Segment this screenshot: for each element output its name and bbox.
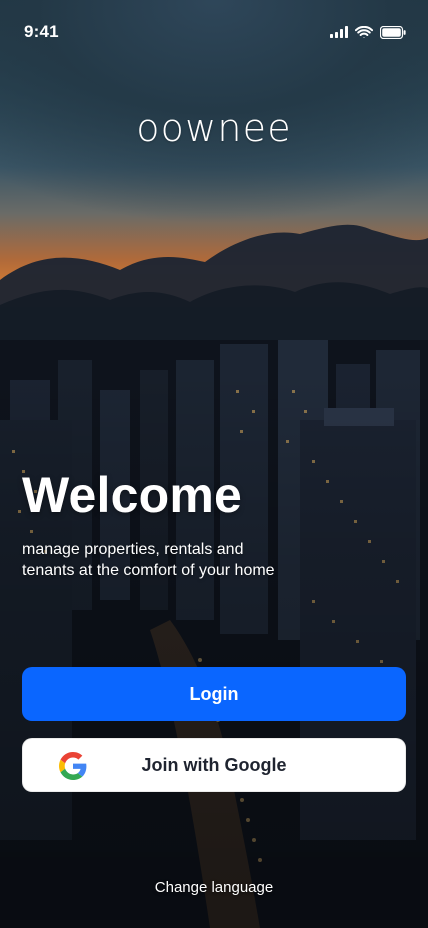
brand-logo-text: oownee [136,106,292,150]
signal-icon [330,26,348,38]
wifi-icon [355,26,373,38]
welcome-screen: 9:41 oownee Welcome manage properties, r… [0,0,428,928]
status-bar: 9:41 [0,0,428,64]
welcome-subtitle: manage properties, rentals and tenants a… [22,541,275,579]
google-icon [59,752,87,780]
city-skyline [0,340,428,928]
status-icons [330,25,406,39]
welcome-title: Welcome [22,467,243,523]
login-button-label: Login [189,683,239,704]
change-language-link[interactable]: Change language [0,879,428,896]
login-button[interactable]: Login [22,667,406,721]
join-with-google-button[interactable]: Join with Google [22,738,406,792]
status-time: 9:41 [24,22,59,41]
join-with-google-label: Join with Google [141,754,287,775]
battery-icon [380,25,406,39]
